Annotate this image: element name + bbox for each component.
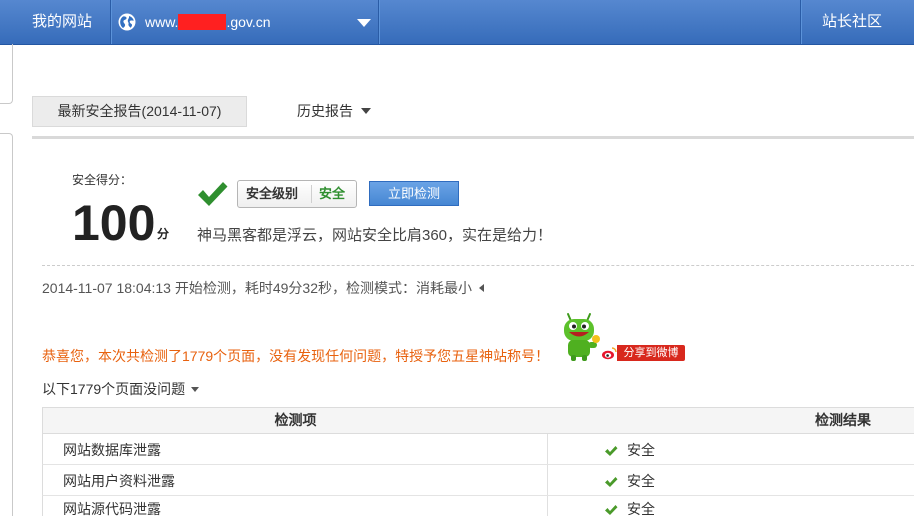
share-to-weibo-button[interactable]: 分享到微博 (601, 345, 685, 361)
check-icon (604, 444, 618, 456)
congrats-message: 恭喜您，本次共检测了1779个页面，没有发现任何问题，特授予您五星神站称号！ (42, 348, 550, 364)
score-slogan: 神马黑客都是浮云，网站安全比肩360，实在是给力！ (197, 227, 553, 244)
caret-down-icon (191, 386, 200, 392)
table-row: 网站源代码泄露 安全 (42, 496, 914, 516)
caret-down-icon (361, 108, 371, 114)
sidebar-panel-edge (0, 133, 13, 516)
my-sites-link[interactable]: 我的网站 (0, 0, 110, 44)
score-unit: 分 (157, 227, 170, 241)
header-check-item: 检测项 (274, 412, 317, 428)
check-result: 安全 (627, 473, 655, 489)
check-icon (604, 475, 618, 487)
tab-latest-report[interactable]: 最新安全报告(2014-11-07) (32, 96, 247, 127)
score-value: 100 (72, 195, 156, 251)
dashed-divider (42, 265, 914, 266)
scan-info-text: 2014-11-07 18:04:13 开始检测，耗时49分32秒，检测模式：消… (42, 280, 472, 296)
column-divider (547, 465, 548, 495)
check-item: 网站源代码泄露 (63, 501, 161, 516)
site-domain: www. .gov.cn (145, 0, 271, 44)
weibo-icon (601, 345, 617, 361)
check-result: 安全 (627, 501, 655, 516)
score-label: 安全得分： (72, 173, 133, 187)
badge-divider (311, 185, 312, 203)
site-domain-prefix: www. (145, 14, 179, 30)
check-icon (196, 180, 229, 208)
table-row: 网站数据库泄露 安全 (42, 434, 914, 465)
webmaster-community-link[interactable]: 站长社区 (802, 0, 914, 44)
chevron-down-icon (357, 19, 371, 27)
site-domain-suffix: .gov.cn (226, 14, 271, 30)
scan-now-button[interactable]: 立即检测 (369, 181, 459, 206)
tab-history-report[interactable]: 历史报告 (297, 101, 371, 121)
pages-ok-toggle[interactable]: 以下1779个页面没问题 (42, 380, 200, 398)
table-row: 网站用户资料泄露 安全 (42, 465, 914, 496)
mascot-icon (559, 312, 601, 362)
site-selector[interactable]: www. .gov.cn (112, 0, 378, 44)
check-item: 网站数据库泄露 (63, 442, 161, 458)
top-navbar: 我的网站 www. .gov.cn 站长社区 (0, 0, 914, 45)
check-icon (604, 503, 618, 515)
check-item: 网站用户资料泄露 (63, 473, 175, 489)
security-level-value: 安全 (319, 186, 346, 201)
caret-left-icon[interactable] (479, 284, 484, 292)
tab-history-label: 历史报告 (297, 103, 353, 119)
column-divider (547, 434, 548, 464)
table-header: 检测项 检测结果 (42, 407, 914, 434)
redaction-block (178, 14, 227, 30)
check-result: 安全 (627, 442, 655, 458)
sidebar-panel-edge (0, 44, 13, 104)
tab-separator (32, 136, 914, 139)
pages-ok-label: 以下1779个页面没问题 (42, 381, 186, 397)
check-results-table: 检测项 检测结果 网站数据库泄露 安全 网站用户资料泄露 安全 网站源代码泄露 … (42, 407, 914, 516)
security-level-badge: 安全级别 安全 (237, 180, 357, 208)
security-level-label: 安全级别 (246, 186, 299, 201)
column-divider (547, 496, 548, 516)
scan-info: 2014-11-07 18:04:13 开始检测，耗时49分32秒，检测模式：消… (42, 279, 484, 297)
nav-divider (378, 0, 380, 44)
header-check-result: 检测结果 (815, 412, 871, 428)
globe-icon (118, 13, 136, 31)
share-label: 分享到微博 (617, 345, 685, 361)
